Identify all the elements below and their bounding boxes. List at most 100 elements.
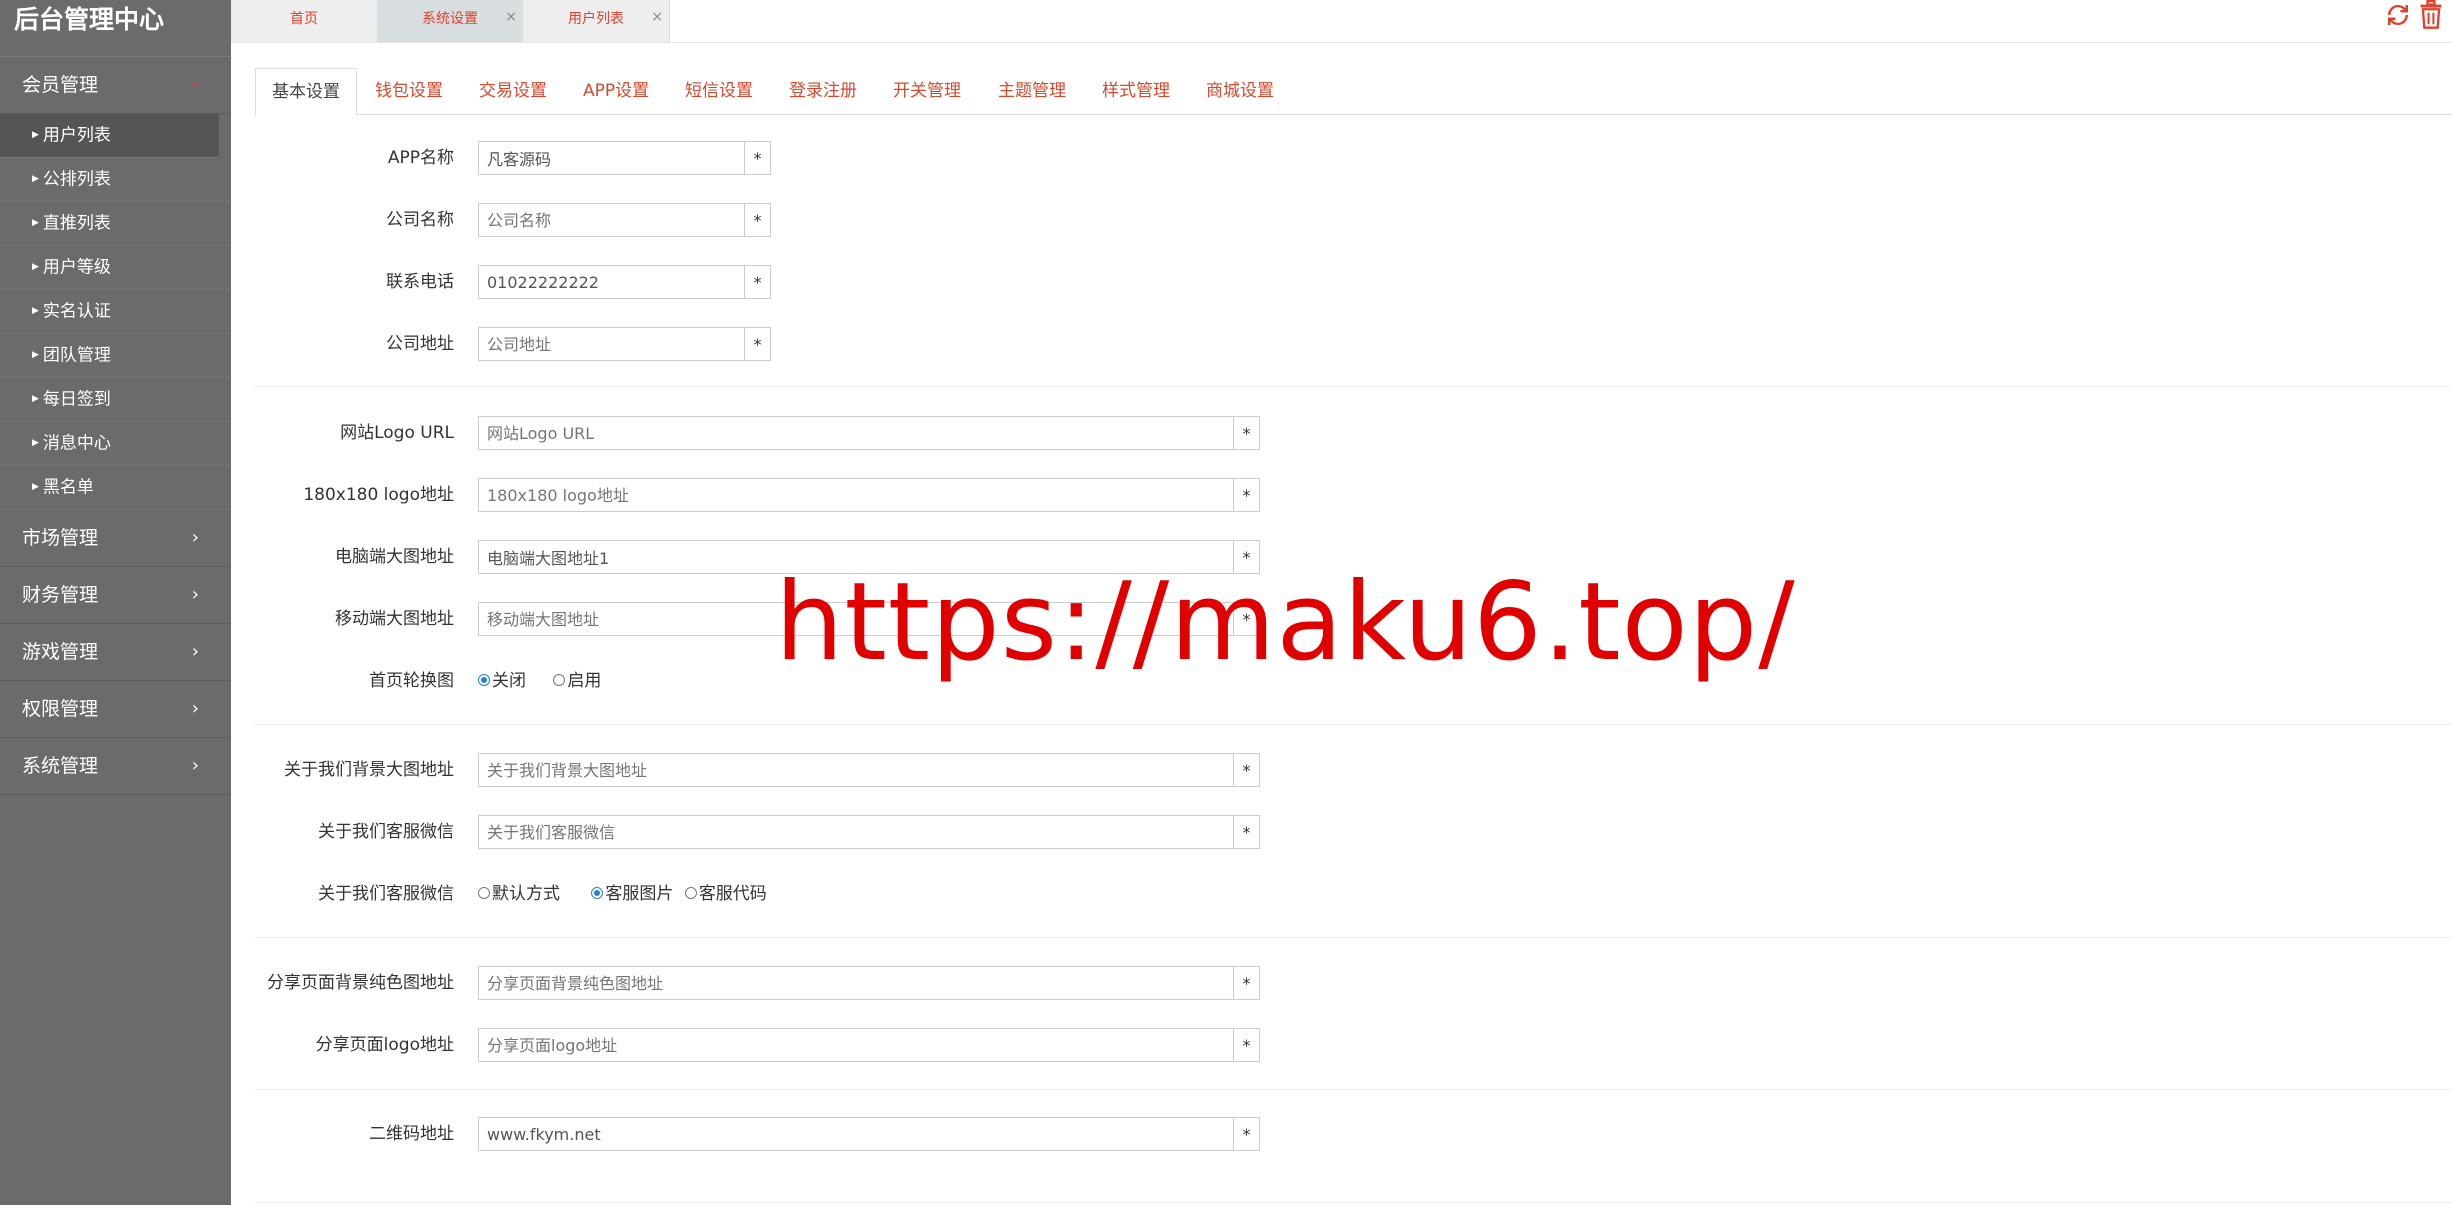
company-address-input[interactable]	[478, 327, 745, 361]
qrcode-input[interactable]	[478, 1117, 1234, 1151]
about-wechat-input[interactable]	[478, 815, 1234, 849]
required-mark: *	[745, 203, 771, 237]
radio-label: 默认方式	[492, 884, 560, 904]
section-divider	[255, 386, 2452, 387]
radio-checked[interactable]	[478, 674, 490, 686]
label-logo-url: 网站Logo URL	[340, 423, 454, 443]
sidebar-item-user-list[interactable]: ▶ 用户列表	[0, 114, 219, 158]
label-share-logo: 分享页面logo地址	[315, 1035, 454, 1055]
radio-label: 客服代码	[698, 884, 767, 904]
sidebar-item-label: 每日签到	[42, 389, 111, 410]
label-mobile-banner: 移动端大图地址	[335, 609, 454, 629]
tab-label: 用户列表	[568, 11, 624, 27]
wechat-mode-default[interactable]: 默认方式	[478, 884, 560, 904]
tab-theme-management[interactable]: 主题管理	[998, 68, 1066, 114]
required-mark: *	[1234, 753, 1260, 787]
wechat-mode-code[interactable]: 客服代码	[684, 884, 767, 904]
label-about-wechat: 关于我们客服微信	[318, 822, 454, 842]
radio-checked[interactable]	[591, 887, 604, 899]
sidebar-item-team[interactable]: ▶ 团队管理	[0, 334, 231, 378]
share-logo-input[interactable]	[478, 1028, 1234, 1062]
sidebar-item-label: 团队管理	[42, 345, 111, 366]
tab-wallet-settings[interactable]: 钱包设置	[375, 68, 443, 114]
tab-switch-management[interactable]: 开关管理	[893, 68, 961, 114]
chevron-right-icon: ›	[191, 641, 199, 662]
tab-system-settings[interactable]: 系统设置 ×	[377, 0, 524, 42]
tab-trade-settings[interactable]: 交易设置	[479, 68, 547, 114]
tab-basic-settings[interactable]: 基本设置	[255, 68, 357, 116]
share-bg-input[interactable]	[478, 966, 1234, 1000]
menu-group-system[interactable]: 系统管理 ›	[0, 738, 231, 795]
refresh-icon[interactable]	[2383, 0, 2413, 37]
menu-group-member[interactable]: 会员管理 ›	[0, 57, 231, 114]
menu-group-label: 财务管理	[22, 584, 99, 606]
label-company-address: 公司地址	[386, 334, 454, 354]
logo-180-input[interactable]	[478, 478, 1234, 512]
tab-user-list[interactable]: 用户列表 ×	[523, 0, 670, 42]
menu-group-finance[interactable]: 财务管理 ›	[0, 567, 231, 624]
caret-right-icon: ▶	[32, 438, 39, 448]
sidebar-item-verification[interactable]: ▶ 实名认证	[0, 290, 231, 334]
wechat-mode-image[interactable]: 客服图片	[591, 884, 673, 904]
chevron-right-icon: ›	[191, 527, 199, 548]
label-phone: 联系电话	[386, 272, 454, 292]
sidebar-item-label: 黑名单	[42, 477, 94, 498]
radio-unchecked[interactable]	[478, 887, 490, 899]
about-bg-input[interactable]	[478, 753, 1234, 787]
section-divider	[255, 1089, 2452, 1090]
menu-group-permission[interactable]: 权限管理 ›	[0, 681, 231, 738]
menu-group-market[interactable]: 市场管理 ›	[0, 510, 231, 567]
menu-group-game[interactable]: 游戏管理 ›	[0, 624, 231, 681]
settings-tabs: 基本设置 钱包设置 交易设置 APP设置 短信设置 登录注册 开关管理 主题管理…	[255, 68, 2452, 116]
menu-group-label: 会员管理	[22, 74, 99, 96]
required-mark: *	[745, 141, 771, 175]
caret-right-icon: ▶	[32, 262, 39, 272]
radio-label: 关闭	[492, 671, 526, 691]
brand-title: 后台管理中心	[0, 0, 231, 57]
radio-unchecked[interactable]	[684, 887, 697, 899]
phone-input[interactable]	[478, 265, 745, 299]
sidebar-item-label: 实名认证	[42, 301, 111, 322]
caret-right-icon: ▶	[32, 218, 39, 228]
carousel-radio-group: 关闭 启用	[478, 662, 601, 700]
sidebar-item-messages[interactable]: ▶ 消息中心	[0, 422, 231, 466]
label-pc-banner: 电脑端大图地址	[335, 547, 454, 567]
trash-icon[interactable]	[2417, 0, 2445, 37]
watermark-text: https://maku6.top/	[775, 560, 1796, 685]
app-name-input[interactable]	[478, 141, 745, 175]
carousel-option-on[interactable]: 启用	[553, 671, 601, 691]
radio-label: 启用	[567, 671, 602, 691]
carousel-option-off[interactable]: 关闭	[478, 671, 526, 691]
close-icon[interactable]: ×	[505, 0, 517, 36]
tab-sms-settings[interactable]: 短信设置	[685, 68, 753, 114]
required-mark: *	[1234, 966, 1260, 1000]
chevron-right-icon: ›	[191, 584, 199, 605]
sidebar-item-user-level[interactable]: ▶ 用户等级	[0, 246, 231, 290]
radio-label: 客服图片	[605, 884, 674, 904]
radio-unchecked[interactable]	[553, 674, 566, 686]
tab-home[interactable]: 首页	[231, 0, 378, 42]
company-name-input[interactable]	[478, 203, 745, 237]
sidebar-item-label: 用户等级	[42, 257, 111, 278]
close-icon[interactable]: ×	[651, 0, 663, 36]
section-divider	[255, 724, 2452, 725]
tab-app-settings[interactable]: APP设置	[583, 68, 649, 114]
sidebar-item-public-list[interactable]: ▶ 公排列表	[0, 158, 231, 202]
sidebar: 后台管理中心 会员管理 › ▶ 用户列表 ▶ 公排列表 ▶ 直推列表 ▶ 用户等级 ▶ 实…	[0, 0, 231, 1205]
required-mark: *	[1234, 1117, 1260, 1151]
label-qrcode: 二维码地址	[369, 1124, 454, 1144]
menu-group-label: 系统管理	[22, 755, 99, 777]
menu-group-label: 游戏管理	[22, 641, 99, 663]
required-mark: *	[1234, 815, 1260, 849]
sidebar-item-direct-list[interactable]: ▶ 直推列表	[0, 202, 231, 246]
label-about-bg: 关于我们背景大图地址	[284, 760, 454, 780]
sidebar-item-checkin[interactable]: ▶ 每日签到	[0, 378, 231, 422]
tab-mall-settings[interactable]: 商城设置	[1206, 68, 1274, 114]
sidebar-item-blacklist[interactable]: ▶ 黑名单	[0, 466, 231, 510]
tab-style-management[interactable]: 样式管理	[1102, 68, 1170, 114]
caret-right-icon: ▶	[32, 306, 39, 316]
tab-login-register[interactable]: 登录注册	[789, 68, 857, 114]
top-tab-bar: 首页 系统设置 × 用户列表 ×	[231, 0, 2452, 43]
logo-url-input[interactable]	[478, 416, 1234, 450]
label-carousel: 首页轮换图	[369, 671, 454, 691]
